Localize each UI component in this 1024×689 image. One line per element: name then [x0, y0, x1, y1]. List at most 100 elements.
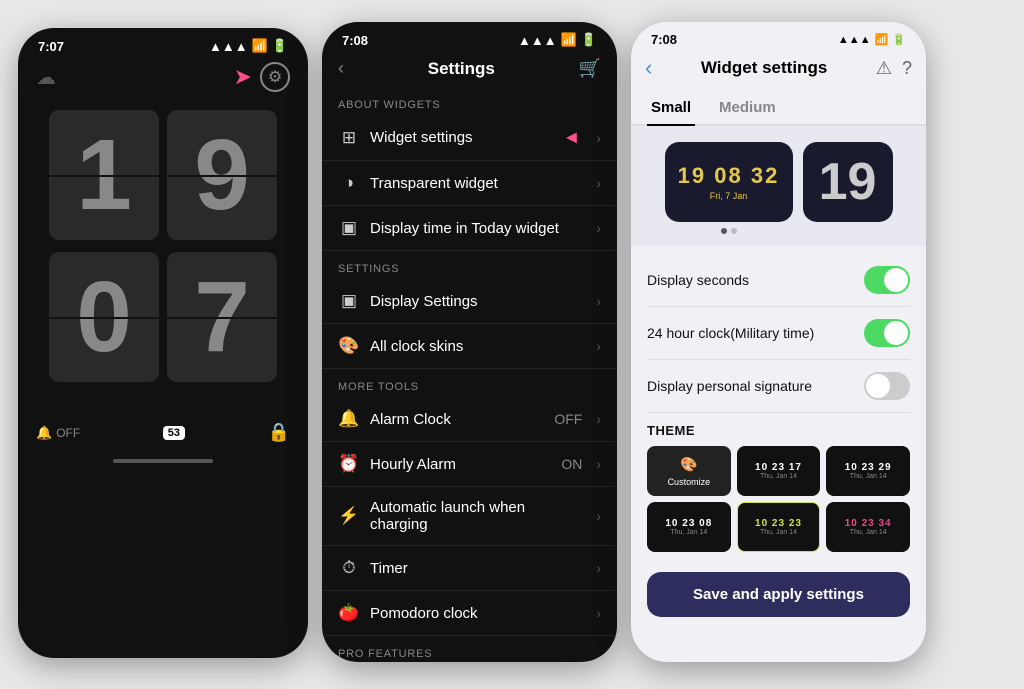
- theme-card-2[interactable]: 10 23 17 Thu, Jan 14: [737, 446, 821, 496]
- theme6-date: Thu, Jan 14: [850, 529, 887, 536]
- phone2-title: Settings: [428, 59, 495, 79]
- menu-item-timer[interactable]: ⏱ Timer ›: [322, 546, 617, 591]
- theme5-date: Thu, Jan 14: [760, 529, 797, 536]
- signal-icon: ▲▲▲: [209, 39, 248, 54]
- display-settings-label: Display Settings: [370, 293, 586, 310]
- theme-customize[interactable]: 🎨 Customize: [647, 446, 731, 496]
- 24h-clock-label: 24 hour clock(Military time): [647, 325, 814, 341]
- widget-preview-secondary: 19: [803, 142, 893, 222]
- toggle-seconds[interactable]: [864, 266, 910, 294]
- hourly-icon: ⏰: [338, 454, 360, 474]
- dot-2: [731, 228, 737, 234]
- menu-item-alarm-clock[interactable]: 🔔 Alarm Clock OFF ›: [322, 397, 617, 442]
- theme-card-5[interactable]: 10 23 23 Thu, Jan 14: [737, 502, 821, 552]
- menu-item-transparent[interactable]: ◑ Transparent widget ›: [322, 161, 617, 206]
- preview-area: 19 08 32 Fri, 7 Jan 19: [631, 126, 926, 246]
- customize-icon: 🎨: [680, 456, 697, 473]
- pink-arrow-icon: ➤: [234, 64, 252, 90]
- wifi-icon: 📶: [252, 38, 268, 54]
- phone3-time: 7:08: [651, 32, 677, 47]
- toggle-24h[interactable]: [864, 319, 910, 347]
- section-pro: PRO FEATURES: [322, 636, 617, 662]
- alarm-clock-label: Alarm Clock: [370, 411, 544, 428]
- theme-label: THEME: [647, 423, 910, 438]
- dot-1: [721, 228, 727, 234]
- menu-item-display-today[interactable]: ▣ Display time in Today widget ›: [322, 206, 617, 251]
- menu-item-hourly-alarm[interactable]: ⏰ Hourly Alarm ON ›: [322, 442, 617, 487]
- phone1-bottom-bar: 🔔 OFF 53 🔒: [18, 410, 308, 451]
- phone3-title: Widget settings: [701, 58, 827, 78]
- flip-digit-1: 1: [49, 110, 159, 240]
- phone3-nav-icons: ⚠ ?: [876, 58, 912, 79]
- toggle-signature[interactable]: [864, 372, 910, 400]
- menu-item-widget-settings[interactable]: ⊞ Widget settings ◄ ›: [322, 115, 617, 161]
- phone2-frame: 7:08 ▲▲▲ 📶 🔋 ‹ Settings 🛒 ABOUT WIDGETS …: [322, 22, 617, 662]
- settings-row-signature: Display personal signature: [647, 360, 910, 413]
- phone2-wifi-icon: 📶: [561, 32, 577, 48]
- bell-icon: 🔔: [36, 425, 52, 441]
- phone2-battery-icon: 🔋: [581, 32, 597, 48]
- section-about-widgets: ABOUT WIDGETS: [322, 87, 617, 115]
- phone3-frame: 7:08 ▲▲▲ 📶 🔋 ‹ Widget settings ⚠ ? Small…: [631, 22, 926, 662]
- phone3-nav-bar: ‹ Widget settings ⚠ ?: [631, 51, 926, 89]
- settings-row-seconds: Display seconds: [647, 254, 910, 307]
- gear-icon[interactable]: ⚙: [260, 62, 290, 92]
- chevron-pomodoro: ›: [596, 605, 601, 621]
- phone3-signal-icon: ▲▲▲: [838, 34, 871, 46]
- theme3-date: Thu, Jan 14: [850, 473, 887, 480]
- flip-digit-4: 7: [167, 252, 277, 382]
- section-more-tools: MORE TOOLS: [322, 369, 617, 397]
- save-button[interactable]: Save and apply settings: [647, 572, 910, 617]
- phone3-wifi-icon: 📶: [875, 33, 889, 46]
- settings-row-24h: 24 hour clock(Military time): [647, 307, 910, 360]
- phone2-status-bar: 7:08 ▲▲▲ 📶 🔋: [322, 22, 617, 52]
- transparent-label: Transparent widget: [370, 175, 586, 192]
- preview-date: Fri, 7 Jan: [710, 191, 748, 201]
- timer-icon: ⏱: [338, 558, 360, 578]
- transparent-icon: ◑: [338, 173, 360, 193]
- phone1-frame: 7:07 ▲▲▲ 📶 🔋 ☁ ➤ ⚙ 1 9 0 7 🔔 OFF 53 🔒: [18, 28, 308, 658]
- lock-icon: 🔒: [268, 422, 290, 443]
- dots-row: [721, 228, 737, 234]
- preview-big-num: 19: [819, 152, 877, 212]
- phone1-top-icons: ☁ ➤ ⚙: [18, 58, 308, 100]
- cloud-icon: ☁: [36, 65, 56, 90]
- pomodoro-label: Pomodoro clock: [370, 605, 586, 622]
- chevron-hourly: ›: [596, 456, 601, 472]
- phone3-battery-icon: 🔋: [892, 33, 906, 46]
- home-bar: [113, 459, 213, 463]
- settings-list: Display seconds 24 hour clock(Military t…: [631, 246, 926, 413]
- auto-launch-label: Automatic launch when charging: [370, 499, 586, 533]
- theme-card-4[interactable]: 10 23 08 Thu, Jan 14: [647, 502, 731, 552]
- chevron-skins: ›: [596, 338, 601, 354]
- theme-card-3[interactable]: 10 23 29 Thu, Jan 14: [826, 446, 910, 496]
- widget-settings-label: Widget settings: [370, 129, 553, 146]
- menu-item-pomodoro[interactable]: 🍅 Pomodoro clock ›: [322, 591, 617, 636]
- count-badge: 53: [163, 426, 185, 440]
- cart-icon[interactable]: 🛒: [579, 58, 601, 79]
- customize-label: Customize: [668, 477, 711, 487]
- phone2-time: 7:08: [342, 33, 368, 48]
- chevron-auto: ›: [596, 508, 601, 524]
- alarm-badge: OFF: [554, 411, 582, 427]
- flip-digit-3: 0: [49, 252, 159, 382]
- flip-digit-2: 9: [167, 110, 277, 240]
- hourly-badge: ON: [561, 456, 582, 472]
- menu-item-clock-skins[interactable]: 🎨 All clock skins ›: [322, 324, 617, 369]
- pink-arrow-menu-icon: ◄: [563, 127, 581, 148]
- help-icon: ?: [902, 58, 912, 79]
- phone2-nav-bar: ‹ Settings 🛒: [322, 52, 617, 87]
- display-today-label: Display time in Today widget: [370, 220, 586, 237]
- alarm-icon: 🔔: [338, 409, 360, 429]
- preview-time: 19 08 32: [678, 163, 780, 189]
- theme-card-6[interactable]: 10 23 34 Thu, Jan 14: [826, 502, 910, 552]
- tab-medium[interactable]: Medium: [715, 93, 780, 126]
- menu-item-display-settings[interactable]: ▣ Display Settings ›: [322, 279, 617, 324]
- section-settings: SETTINGS: [322, 251, 617, 279]
- menu-item-auto-launch[interactable]: ⚡ Automatic launch when charging ›: [322, 487, 617, 546]
- back-icon[interactable]: ‹: [338, 58, 344, 79]
- theme4-time: 10 23 08: [665, 518, 712, 529]
- signature-label: Display personal signature: [647, 378, 812, 394]
- phone3-back-icon[interactable]: ‹: [645, 55, 652, 81]
- tab-small[interactable]: Small: [647, 93, 695, 126]
